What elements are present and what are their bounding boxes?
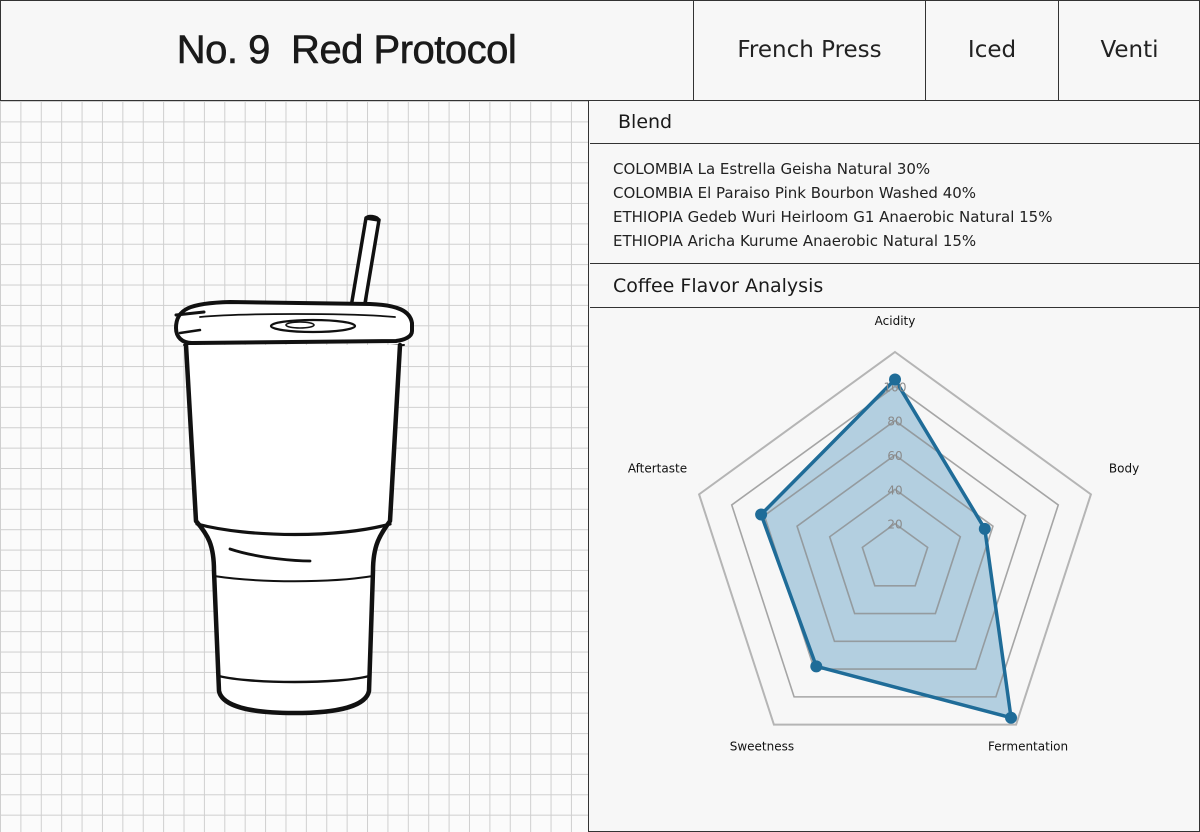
radar-axis-label: Body xyxy=(1109,461,1139,475)
radar-tick-label: 80 xyxy=(887,415,902,429)
radar-data-point xyxy=(1005,711,1018,724)
radar-axis-label: Fermentation xyxy=(988,740,1068,754)
radar-series-area xyxy=(761,379,1012,718)
flavor-radar-chart: 20 40 60 80 100 Acidity Body Fermentation Sweetn… xyxy=(590,308,1200,832)
radar-axis-label: Aftertaste xyxy=(628,461,687,475)
blend-heading: Blend xyxy=(590,101,1200,144)
blend-item: COLOMBIA La Estrella Geisha Natural 30% xyxy=(613,160,931,178)
brew-method-cell[interactable]: French Press xyxy=(693,0,925,100)
drink-illustration-panel xyxy=(0,101,589,832)
radar-data-point xyxy=(978,522,991,535)
radar-data-point xyxy=(889,373,901,386)
blend-item: COLOMBIA El Paraiso Pink Bourbon Washed … xyxy=(613,184,977,202)
radar-data-point xyxy=(810,660,823,673)
temperature-cell[interactable]: Iced xyxy=(925,0,1058,100)
size-cell[interactable]: Venti xyxy=(1058,0,1200,100)
flavor-analysis-heading: Coffee Flavor Analysis xyxy=(590,264,1200,308)
blend-item: ETHIOPIA Gedeb Wuri Heirloom G1 Anaerobi… xyxy=(613,208,1053,226)
header-bar: No. 9 Red Protocol French Press Iced Ven… xyxy=(0,0,1200,101)
radar-data-point xyxy=(755,508,768,521)
radar-tick-label: 20 xyxy=(887,518,902,532)
blend-list: COLOMBIA La Estrella Geisha Natural 30% … xyxy=(590,144,1200,264)
radar-tick-label: 60 xyxy=(887,449,902,463)
radar-chart-svg: 20406080100AcidityBodyFermentationSweetn… xyxy=(628,314,1139,754)
radar-tick-label: 40 xyxy=(887,483,902,497)
radar-axis-label: Sweetness xyxy=(730,740,794,754)
blend-item: ETHIOPIA Aricha Kurume Anaerobic Natural… xyxy=(613,232,977,250)
iced-tumbler-icon xyxy=(174,214,414,716)
radar-axis-label: Acidity xyxy=(875,314,916,328)
page-title: No. 9 Red Protocol xyxy=(176,27,517,72)
